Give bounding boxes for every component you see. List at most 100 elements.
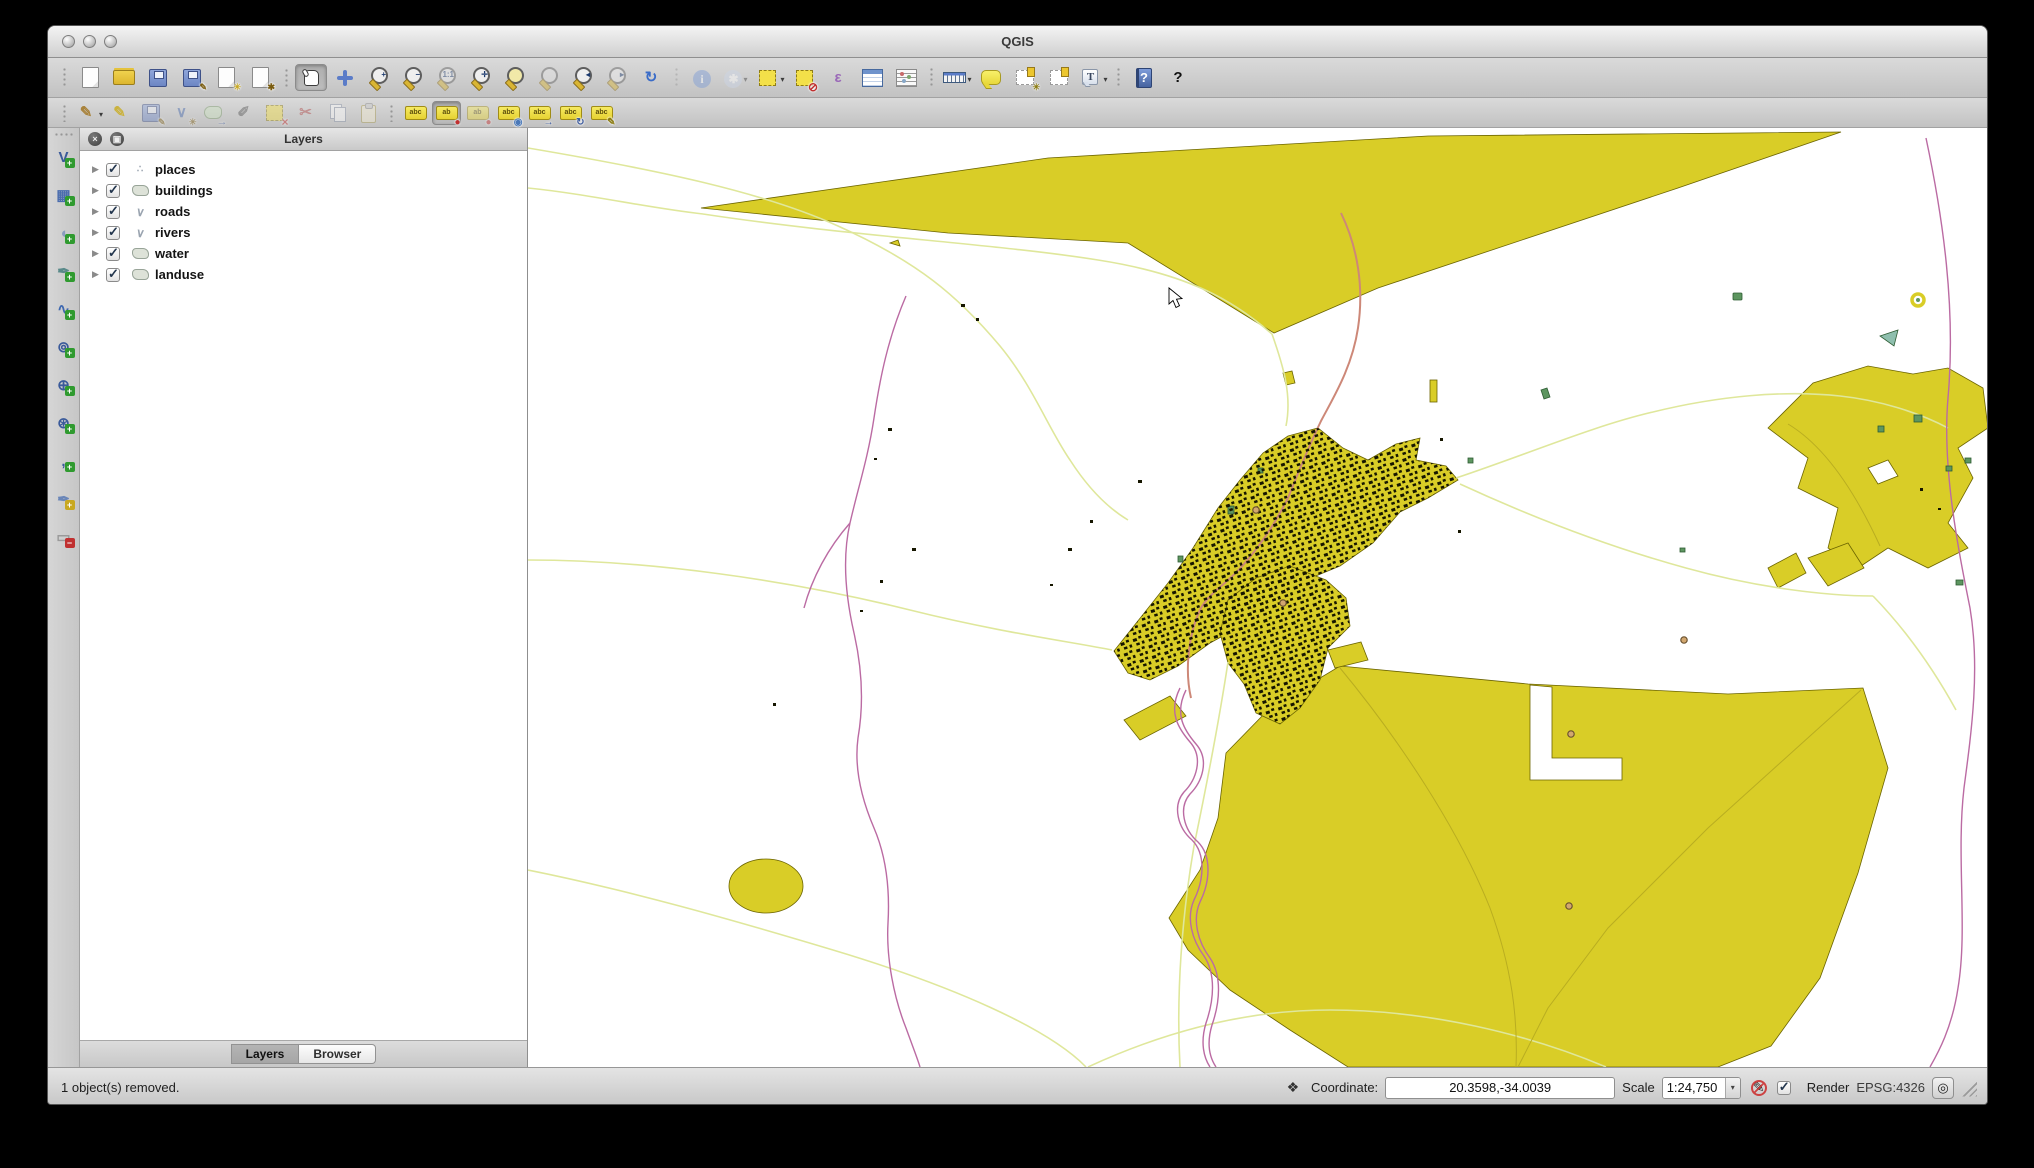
select-features-button[interactable]: [754, 64, 786, 91]
delete-selected-button[interactable]: ×: [260, 101, 289, 125]
layer-visibility-checkbox[interactable]: [106, 184, 120, 198]
labeling-button[interactable]: abc: [401, 101, 430, 125]
change-label-button[interactable]: abc ✎: [587, 101, 616, 125]
toggle-editing-button[interactable]: ✎: [105, 101, 134, 125]
add-vector-layer-button[interactable]: V +: [50, 143, 78, 171]
paste-features-button[interactable]: [353, 101, 382, 125]
show-bookmarks-button[interactable]: [1043, 64, 1075, 91]
new-bookmark-button[interactable]: ✳: [1009, 64, 1041, 91]
whats-this-cursor-icon: ?: [1166, 66, 1190, 90]
title-bar[interactable]: QGIS: [48, 26, 1987, 58]
zoom-button[interactable]: [104, 35, 117, 48]
layer-item-rivers[interactable]: rivers: [80, 222, 527, 243]
add-postgis-layer-button[interactable]: ◖ +: [50, 219, 78, 247]
layer-item-landuse[interactable]: landuse: [80, 264, 527, 285]
expand-arrow-icon[interactable]: [92, 269, 106, 280]
node-tool-button[interactable]: ✐: [229, 101, 258, 125]
layer-visibility-checkbox[interactable]: [106, 205, 120, 219]
layer-label: landuse: [155, 267, 204, 282]
scale-dropdown-button[interactable]: [1725, 1077, 1740, 1099]
expand-arrow-icon[interactable]: [92, 164, 106, 175]
refresh-button[interactable]: ↻: [635, 64, 667, 91]
zoom-to-selection-button[interactable]: [499, 64, 531, 91]
layer-visibility-checkbox[interactable]: [106, 247, 120, 261]
text-annotation-button[interactable]: T: [1077, 64, 1109, 91]
save-layer-edits-button[interactable]: ✎: [136, 101, 165, 125]
add-wfs-layer-button[interactable]: ⊛ +: [50, 409, 78, 437]
coordinate-input[interactable]: [1385, 1077, 1615, 1099]
tab-layers[interactable]: Layers: [231, 1044, 300, 1064]
expand-arrow-icon[interactable]: [92, 227, 106, 238]
composer-manager-button[interactable]: ✱: [244, 64, 276, 91]
zoom-last-button[interactable]: ◂: [567, 64, 599, 91]
close-button[interactable]: [62, 35, 75, 48]
tab-browser[interactable]: Browser: [299, 1044, 376, 1064]
rotate-label-button[interactable]: abc ↻: [556, 101, 585, 125]
zoom-to-layer-button[interactable]: [533, 64, 565, 91]
pin-labels-button[interactable]: ab ●: [432, 101, 461, 125]
minimize-button[interactable]: [83, 35, 96, 48]
dropdown-arrow-icon: [966, 69, 971, 87]
expand-arrow-icon[interactable]: [92, 185, 106, 196]
move-label-button[interactable]: abc →: [525, 101, 554, 125]
coordinate-toggle-button[interactable]: ❖: [1282, 1077, 1304, 1099]
field-calculator-button[interactable]: [890, 64, 922, 91]
add-oracle-layer-button[interactable]: ⊚ +: [50, 333, 78, 361]
current-edits-button[interactable]: ✎: [74, 101, 103, 125]
deselect-features-button[interactable]: ⊘: [788, 64, 820, 91]
scale-input[interactable]: [1663, 1078, 1725, 1098]
mssql-layer-icon: ∿ +: [52, 297, 76, 321]
layer-item-water[interactable]: water: [80, 243, 527, 264]
add-delimited-text-layer-button[interactable]: , +: [50, 447, 78, 475]
select-by-expression-button[interactable]: ε: [822, 64, 854, 91]
pan-map-button[interactable]: [295, 64, 327, 91]
zoom-next-button[interactable]: ▸: [601, 64, 633, 91]
crs-status-button[interactable]: ◎: [1932, 1077, 1954, 1099]
zoom-out-button[interactable]: −: [397, 64, 429, 91]
feature-action-button[interactable]: ✱: [720, 64, 752, 91]
resize-grip[interactable]: [1961, 1081, 1977, 1097]
layer-visibility-checkbox[interactable]: [106, 163, 120, 177]
open-project-button[interactable]: [108, 64, 140, 91]
line-layer-symbol-icon: [129, 226, 151, 240]
zoom-in-button[interactable]: +: [363, 64, 395, 91]
add-spatialite-layer-button[interactable]: ✒ +: [50, 257, 78, 285]
highlight-pinned-labels-button[interactable]: ab ●: [463, 101, 492, 125]
save-as-icon: ✎: [180, 66, 204, 90]
add-wms-layer-button[interactable]: ⊕ +: [50, 371, 78, 399]
move-feature-button[interactable]: →: [198, 101, 227, 125]
show-hide-labels-button[interactable]: abc ◉: [494, 101, 523, 125]
expand-arrow-icon[interactable]: [92, 248, 106, 259]
layer-visibility-checkbox[interactable]: [106, 226, 120, 240]
add-feature-button[interactable]: ∨ ✳: [167, 101, 196, 125]
toolbar-handle[interactable]: [54, 132, 74, 137]
layer-item-roads[interactable]: roads: [80, 201, 527, 222]
cut-features-button[interactable]: ✂: [291, 101, 320, 125]
remove-layer-button[interactable]: ▭ −: [50, 523, 78, 551]
layer-item-buildings[interactable]: buildings: [80, 180, 527, 201]
measure-button[interactable]: [941, 64, 973, 91]
new-shapefile-layer-button[interactable]: ✒ +: [50, 485, 78, 513]
expand-arrow-icon[interactable]: [92, 206, 106, 217]
traffic-lights: [62, 35, 117, 48]
whats-this-button[interactable]: ?: [1162, 64, 1194, 91]
identify-button[interactable]: i: [686, 64, 718, 91]
layer-visibility-checkbox[interactable]: [106, 268, 120, 282]
pan-to-selection-button[interactable]: [329, 64, 361, 91]
copy-features-button[interactable]: [322, 101, 351, 125]
zoom-full-button[interactable]: ✛: [465, 64, 497, 91]
new-print-composer-button[interactable]: ✳: [210, 64, 242, 91]
save-project-as-button[interactable]: ✎: [176, 64, 208, 91]
render-checkbox[interactable]: [1777, 1081, 1791, 1095]
map-canvas[interactable]: [528, 128, 1987, 1067]
attribute-table-button[interactable]: [856, 64, 888, 91]
add-raster-layer-button[interactable]: ▦ +: [50, 181, 78, 209]
zoom-native-button[interactable]: 1:1: [431, 64, 463, 91]
add-mssql-layer-button[interactable]: ∿ +: [50, 295, 78, 323]
layer-item-places[interactable]: places: [80, 159, 527, 180]
stop-render-button[interactable]: ✎: [1748, 1077, 1770, 1099]
map-tips-button[interactable]: [975, 64, 1007, 91]
help-contents-button[interactable]: ?: [1128, 64, 1160, 91]
save-project-button[interactable]: [142, 64, 174, 91]
new-project-button[interactable]: [74, 64, 106, 91]
